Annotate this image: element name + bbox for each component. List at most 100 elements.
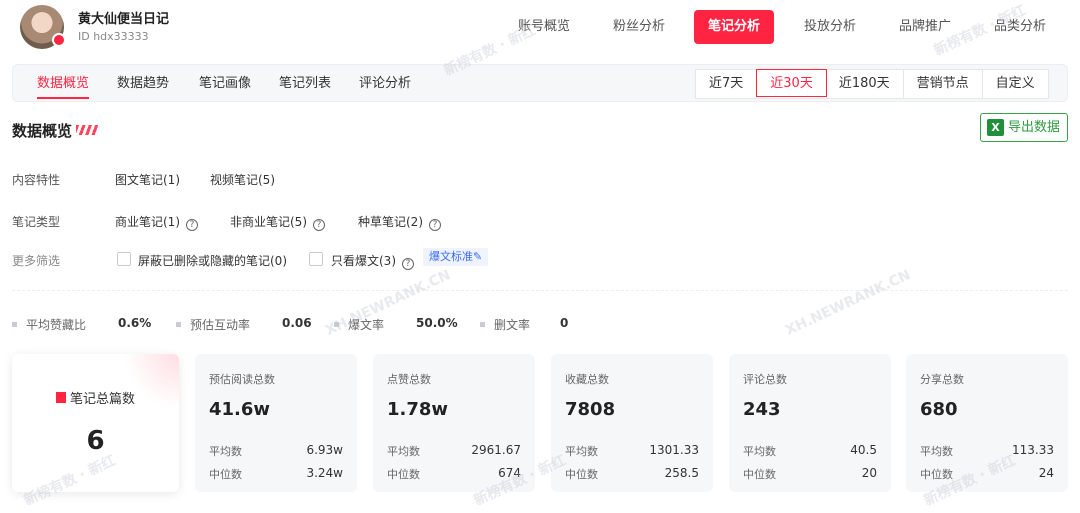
total-notes-value: 6	[86, 426, 105, 456]
filter-commercial-notes-label: 商业笔记(1)	[115, 215, 180, 229]
stat-card-value: 680	[920, 399, 958, 420]
average-label: 平均数	[565, 445, 598, 458]
only-viral-filter[interactable]: 只看爆文(3)?	[331, 252, 414, 270]
avatar[interactable]	[20, 5, 66, 49]
range-marketing-nodes[interactable]: 营销节点	[904, 70, 983, 98]
median-value: 24	[1038, 466, 1054, 480]
tab-data-overview[interactable]: 数据概览	[37, 65, 90, 103]
help-icon[interactable]: ?	[429, 219, 441, 231]
average-value: 40.5	[850, 443, 877, 457]
account-name: 黄大仙便当日记	[78, 12, 170, 27]
hide-deleted-label[interactable]: 屏蔽已删除或隐藏的笔记(0)	[138, 252, 287, 269]
filter-image-notes[interactable]: 图文笔记(1)	[115, 171, 180, 188]
median-value: 20	[861, 466, 877, 480]
nav-fans-analysis[interactable]: 粉丝分析	[600, 10, 678, 44]
filter-video-notes[interactable]: 视频笔记(5)	[210, 171, 275, 188]
average-value: 6.93w	[306, 443, 343, 457]
average-value: 113.33	[1012, 443, 1054, 457]
nav-notes-analysis[interactable]: 笔记分析	[694, 10, 774, 44]
note-type-label: 笔记类型	[12, 215, 61, 229]
stat-card-collects: 收藏总数 7808 平均数 1301.33 中位数 258.5	[551, 354, 713, 492]
excel-icon: X	[987, 119, 1004, 136]
median-label: 中位数	[565, 468, 598, 481]
account-id: ID hdx33333	[78, 30, 149, 43]
more-filters-label: 更多筛选	[12, 254, 61, 268]
viral-standard-link[interactable]: 爆文标准✎	[423, 248, 489, 266]
tab-comment-analysis[interactable]: 评论分析	[359, 65, 411, 103]
content-feature-label: 内容特性	[12, 173, 61, 187]
range-7-days[interactable]: 近7天	[696, 70, 758, 98]
help-icon[interactable]: ?	[186, 219, 198, 231]
stat-card-title: 点赞总数	[387, 373, 431, 386]
help-icon[interactable]: ?	[313, 219, 325, 231]
export-data-button[interactable]: X 导出数据	[980, 113, 1068, 142]
hide-deleted-checkbox[interactable]	[117, 252, 131, 266]
nav-account-overview[interactable]: 账号概览	[505, 10, 583, 44]
watermark: XH.NEWRANK.CN	[782, 267, 914, 339]
help-icon[interactable]: ?	[402, 258, 414, 270]
stat-card-est-reads: 预估阅读总数 41.6w 平均数 6.93w 中位数 3.24w	[195, 354, 357, 492]
filter-seeding-notes[interactable]: 种草笔记(2)?	[358, 213, 441, 231]
average-label: 平均数	[387, 445, 420, 458]
stat-card-title: 收藏总数	[565, 373, 609, 386]
median-label: 中位数	[743, 468, 776, 481]
tab-note-list[interactable]: 笔记列表	[279, 65, 331, 103]
title-decoration-icon	[76, 125, 98, 135]
stat-card-value: 1.78w	[387, 399, 449, 420]
stat-card-value: 41.6w	[209, 399, 271, 420]
median-label: 中位数	[209, 468, 242, 481]
average-label: 平均数	[743, 445, 776, 458]
metric-value: 0	[560, 316, 569, 330]
range-30-days[interactable]: 近30天	[756, 69, 827, 97]
bullet-icon	[480, 322, 485, 327]
stat-card-title: 分享总数	[920, 373, 964, 386]
export-data-label: 导出数据	[1008, 120, 1061, 135]
filter-commercial-notes[interactable]: 商业笔记(1)?	[115, 213, 198, 231]
filter-seeding-notes-label: 种草笔记(2)	[358, 215, 423, 229]
divider	[12, 290, 1068, 291]
median-value: 258.5	[664, 466, 699, 480]
average-value: 1301.33	[649, 443, 699, 457]
median-label: 中位数	[387, 468, 420, 481]
average-label: 平均数	[920, 445, 953, 458]
average-value: 2961.67	[471, 443, 521, 457]
bullet-icon	[334, 322, 339, 327]
metric-value: 0.06	[282, 316, 312, 330]
date-range-selector: 近7天 近30天 近180天 营销节点 自定义	[695, 69, 1049, 99]
section-title: 数据概览	[12, 122, 73, 140]
filter-noncommercial-notes-label: 非商业笔记(5)	[230, 215, 307, 229]
stat-card-value: 7808	[565, 399, 616, 420]
nav-brand-promotion[interactable]: 品牌推广	[886, 10, 964, 44]
metric-avg-like-collect-ratio: 平均赞藏比 0.6%	[12, 316, 151, 333]
median-label: 中位数	[920, 468, 953, 481]
total-notes-card: 笔记总篇数 6	[12, 354, 179, 492]
nav-ad-analysis[interactable]: 投放分析	[791, 10, 869, 44]
metric-deletion-rate: 删文率 0	[480, 316, 568, 333]
sub-tab-bar: 数据概览 数据趋势 笔记画像 笔记列表 评论分析 近7天 近30天 近180天 …	[12, 64, 1068, 102]
stat-card-shares: 分享总数 680 平均数 113.33 中位数 24	[906, 354, 1068, 492]
top-bar: 黄大仙便当日记 ID hdx33333 账号概览 粉丝分析 笔记分析 投放分析 …	[0, 0, 1080, 58]
metric-est-engagement-rate: 预估互动率 0.06	[176, 316, 312, 333]
stat-card-value: 243	[743, 399, 781, 420]
only-viral-checkbox[interactable]	[309, 252, 323, 266]
average-label: 平均数	[209, 445, 242, 458]
note-flag-icon	[55, 392, 66, 403]
median-value: 3.24w	[306, 466, 343, 480]
platform-badge-icon	[52, 33, 66, 47]
total-notes-label: 笔记总篇数	[12, 388, 179, 407]
range-180-days[interactable]: 近180天	[826, 70, 904, 98]
only-viral-label: 只看爆文(3)	[331, 254, 396, 268]
range-custom[interactable]: 自定义	[983, 70, 1048, 98]
stat-card-likes: 点赞总数 1.78w 平均数 2961.67 中位数 674	[373, 354, 535, 492]
tab-data-trend[interactable]: 数据趋势	[117, 65, 169, 103]
median-value: 674	[498, 466, 521, 480]
stat-card-comments: 评论总数 243 平均数 40.5 中位数 20	[729, 354, 891, 492]
filter-noncommercial-notes[interactable]: 非商业笔记(5)?	[230, 213, 325, 231]
bullet-icon	[12, 322, 17, 327]
metric-viral-rate: 爆文率 50.0%	[334, 316, 458, 333]
tab-note-profile[interactable]: 笔记画像	[199, 65, 251, 103]
nav-category-analysis[interactable]: 品类分析	[981, 10, 1059, 44]
metric-value: 50.0%	[416, 316, 458, 330]
stat-card-title: 评论总数	[743, 373, 787, 386]
bullet-icon	[176, 322, 181, 327]
